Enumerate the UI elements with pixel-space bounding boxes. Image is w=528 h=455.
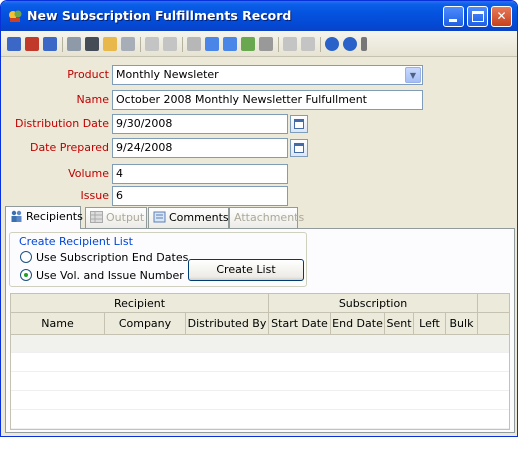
grid-group-header: Recipient Subscription <box>11 294 509 313</box>
product-label: Product <box>67 68 109 81</box>
attach-icon[interactable] <box>283 37 297 51</box>
maximize-icon <box>472 11 484 22</box>
create-list-button[interactable]: Create List <box>188 259 304 281</box>
radio-icon[interactable] <box>20 251 32 263</box>
app-icon <box>9 10 22 22</box>
people-icon <box>11 210 22 222</box>
save-icon[interactable] <box>7 37 21 51</box>
date-prepared-label: Date Prepared <box>29 141 109 154</box>
tab-recipients[interactable]: Recipients <box>5 206 83 229</box>
radio-end-dates[interactable]: Use Subscription End Dates <box>20 251 188 264</box>
copy-icon[interactable] <box>187 37 201 51</box>
list-icon[interactable] <box>121 37 135 51</box>
tab-attachments[interactable]: Attachments <box>229 207 304 228</box>
column-header-left[interactable]: Left <box>414 313 446 334</box>
help-icon[interactable] <box>325 37 339 51</box>
maximize-button[interactable] <box>467 6 488 27</box>
date-prepared-field[interactable]: 9/24/2008 <box>112 138 288 158</box>
distribution-date-field[interactable]: 9/30/2008 <box>112 114 288 134</box>
tools-icon[interactable] <box>163 37 177 51</box>
toolbar-separator <box>320 37 321 52</box>
table-row[interactable] <box>11 354 509 372</box>
distribution-date-label: Distribution Date <box>15 117 109 130</box>
column-header-end-date[interactable]: End Date <box>331 313 385 334</box>
tab-recipients-label: Recipients <box>26 210 83 223</box>
close-icon: ✕ <box>496 9 507 23</box>
column-header-name[interactable]: Name <box>11 313 105 334</box>
refresh-icon[interactable] <box>259 37 273 51</box>
radio-end-dates-label: Use Subscription End Dates <box>36 251 189 264</box>
close-button[interactable]: ✕ <box>491 6 512 27</box>
save-new-icon[interactable] <box>25 37 39 51</box>
column-header-company[interactable]: Company <box>105 313 186 334</box>
toolbar-separator <box>62 37 63 52</box>
title-bar[interactable]: New Subscription Fulfillments Record ✕ <box>1 1 517 31</box>
record-icon[interactable] <box>205 37 219 51</box>
comment-icon <box>153 211 166 223</box>
calendar-icon[interactable] <box>290 139 308 157</box>
table-row[interactable] <box>11 373 509 391</box>
name-field[interactable]: October 2008 Monthly Newsletter Fulfullm… <box>112 90 423 110</box>
more-icon[interactable] <box>361 37 367 51</box>
clear-icon[interactable] <box>301 37 315 51</box>
radio-vol-issue[interactable]: Use Vol. and Issue Number <box>20 269 184 282</box>
toolbar-separator <box>182 37 183 52</box>
grid-column-header: Name Company Distributed By Start Date E… <box>11 313 509 335</box>
web-icon[interactable] <box>241 37 255 51</box>
grid-icon <box>90 211 103 223</box>
column-header-sent[interactable]: Sent <box>385 313 414 334</box>
product-dropdown[interactable]: Monthly Newsleter ▼ <box>112 65 423 85</box>
volume-field[interactable]: 4 <box>112 164 288 184</box>
tab-output[interactable]: Output <box>85 207 147 228</box>
tab-comments[interactable]: Comments <box>148 207 229 228</box>
table-row[interactable] <box>11 392 509 410</box>
recipients-grid: Recipient Subscription Name Company Dist… <box>10 293 510 430</box>
volume-label: Volume <box>68 167 109 180</box>
column-header-start-date[interactable]: Start Date <box>269 313 331 334</box>
tab-attachments-label: Attachments <box>234 211 305 224</box>
minimize-button[interactable] <box>443 6 464 27</box>
group-header-subscription: Subscription <box>269 294 478 312</box>
save-close-icon[interactable] <box>43 37 57 51</box>
create-recipient-list-group: Create Recipient List Use Subscription E… <box>9 232 307 287</box>
issue-label: Issue <box>80 189 109 202</box>
tab-output-label: Output <box>106 211 145 224</box>
column-header-bulk[interactable]: Bulk <box>446 313 478 334</box>
calendar-icon[interactable] <box>290 115 308 133</box>
radio-vol-issue-label: Use Vol. and Issue Number <box>36 269 184 282</box>
table-row[interactable] <box>11 335 509 353</box>
export-icon[interactable] <box>223 37 237 51</box>
find-icon[interactable] <box>85 37 99 51</box>
open-icon[interactable] <box>103 37 117 51</box>
forward-icon[interactable] <box>145 37 159 51</box>
recipients-panel: Create Recipient List Use Subscription E… <box>5 228 515 433</box>
tab-strip: Recipients Output Comments Attachments <box>5 206 515 229</box>
toolbar <box>1 31 517 57</box>
chevron-down-icon[interactable]: ▼ <box>405 67 421 83</box>
group-header-recipient: Recipient <box>11 294 269 312</box>
product-value: Monthly Newsleter <box>116 68 219 81</box>
minimize-icon <box>449 19 457 22</box>
window-title: New Subscription Fulfillments Record <box>27 8 292 23</box>
issue-field[interactable]: 6 <box>112 186 288 206</box>
subscription-fulfillment-window: New Subscription Fulfillments Record ✕ P… <box>0 0 518 437</box>
table-row[interactable] <box>11 411 509 429</box>
toolbar-separator <box>278 37 279 52</box>
print-icon[interactable] <box>67 37 81 51</box>
radio-selected-icon[interactable] <box>20 269 32 281</box>
column-header-distributed-by[interactable]: Distributed By <box>186 313 269 334</box>
info-icon[interactable] <box>343 37 357 51</box>
name-label: Name <box>76 93 109 106</box>
tab-comments-label: Comments <box>169 211 229 224</box>
group-title: Create Recipient List <box>18 235 134 248</box>
toolbar-separator <box>140 37 141 52</box>
